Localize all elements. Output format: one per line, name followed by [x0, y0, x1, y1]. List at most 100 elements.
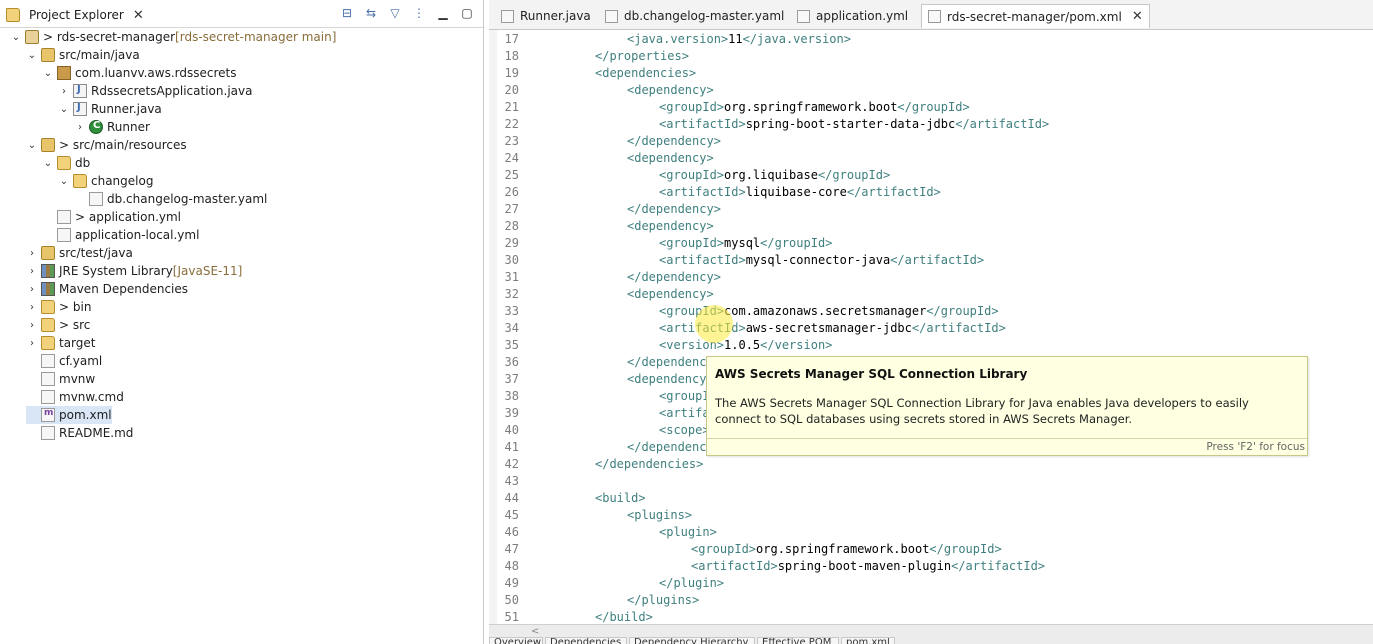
- line-number: 22: [504, 116, 519, 131]
- tree-item[interactable]: pom.xml: [26, 406, 112, 424]
- file-icon: [41, 426, 55, 440]
- expand-down-icon[interactable]: ⌄: [42, 68, 54, 79]
- collapse-all-icon[interactable]: ⊟: [339, 5, 355, 21]
- pom-editor-tab[interactable]: Dependencies: [545, 637, 627, 644]
- tree-item[interactable]: ⌄ com.luanvv.aws.rdssecrets: [42, 64, 237, 82]
- tree-item[interactable]: ⌄ Runner.java: [58, 100, 162, 118]
- tree-item[interactable]: › > bin: [26, 298, 91, 316]
- tree-item[interactable]: › Maven Dependencies: [26, 280, 188, 298]
- tree-item[interactable]: > application.yml: [42, 208, 181, 226]
- tree-item[interactable]: ⌄ src/main/java: [26, 46, 140, 64]
- expand-right-icon[interactable]: ›: [26, 248, 38, 259]
- tree-item[interactable]: › target: [26, 334, 96, 352]
- tooltip-body: The AWS Secrets Manager SQL Connection L…: [715, 396, 1249, 426]
- folder-icon: [73, 174, 87, 188]
- expand-right-icon[interactable]: ›: [26, 302, 38, 313]
- expand-down-icon[interactable]: ⌄: [10, 32, 22, 43]
- code-line: 24 <dependency>: [489, 149, 1373, 166]
- hover-tooltip[interactable]: AWS Secrets Manager SQL Connection Libra…: [706, 356, 1308, 456]
- expand-down-icon[interactable]: ⌄: [58, 176, 70, 187]
- link-with-editor-icon[interactable]: ⇆: [363, 5, 379, 21]
- pom-editor-tab[interactable]: Overview: [489, 637, 543, 644]
- editor-tab-label: application.yml: [816, 9, 909, 23]
- pom-editor-tab[interactable]: Effective POM: [757, 637, 839, 644]
- expand-down-icon[interactable]: ⌄: [26, 50, 38, 61]
- xml-tag: </groupId>: [760, 235, 833, 250]
- editor-tab[interactable]: rds-secret-manager/pom.xml ✕: [921, 4, 1150, 28]
- xml-tag: <groupId>: [691, 541, 757, 556]
- editor-tab[interactable]: application.yml: [791, 4, 914, 28]
- close-icon[interactable]: ✕: [1132, 9, 1143, 24]
- xml-tag: </groupId>: [817, 167, 891, 182]
- pom-editor-tab[interactable]: Dependency Hierarchy: [629, 637, 755, 644]
- scroll-left-icon[interactable]: <: [531, 626, 539, 637]
- tree-item[interactable]: ⌄ > rds-secret-manager [rds-secret-manage…: [10, 28, 336, 46]
- expand-down-icon[interactable]: ⌄: [42, 158, 54, 169]
- expand-right-icon[interactable]: ›: [26, 284, 38, 295]
- line-number: 42: [504, 456, 519, 471]
- code-line: 31 </dependency>: [489, 268, 1373, 285]
- xml-value: spring-boot-starter-data-jdbc: [745, 116, 956, 131]
- code-line: 48 <artifactId>spring-boot-maven-plugin</…: [489, 557, 1373, 574]
- java-file-icon: [73, 102, 87, 116]
- filter-icon[interactable]: ▽: [387, 5, 403, 21]
- line-number: 21: [504, 99, 519, 114]
- minimize-icon[interactable]: ▁: [435, 5, 451, 21]
- expand-down-icon[interactable]: ⌄: [58, 104, 70, 115]
- tree-item[interactable]: › src/test/java: [26, 244, 133, 262]
- tree-item[interactable]: db.changelog-master.yaml: [74, 190, 267, 208]
- code-line: 29 <groupId>mysql</groupId>: [489, 234, 1373, 251]
- tree-item[interactable]: › > src: [26, 316, 90, 334]
- tree-item[interactable]: › Runner: [74, 118, 150, 136]
- xml-tag: </groupId>: [926, 303, 999, 318]
- view-menu-icon[interactable]: ⋮: [411, 5, 427, 21]
- code-text: <groupId>org.liquibase</groupId>: [659, 168, 890, 182]
- code-text: <dependency>: [627, 151, 714, 165]
- maximize-icon[interactable]: ▢: [459, 5, 475, 21]
- xml-tag: </artifactId>: [890, 252, 985, 267]
- code-line: 23 </dependency>: [489, 132, 1373, 149]
- tab-project-explorer[interactable]: Project Explorer ✕: [6, 5, 144, 25]
- tree-item[interactable]: application-local.yml: [42, 226, 199, 244]
- close-icon[interactable]: ✕: [133, 8, 144, 23]
- expand-right-icon[interactable]: ›: [74, 122, 86, 133]
- xml-tag: </artifactId>: [955, 116, 1050, 131]
- code-text: </build>: [595, 610, 653, 624]
- tree-item[interactable]: cf.yaml: [26, 352, 102, 370]
- tree-item[interactable]: › RdssecretsApplication.java: [58, 82, 252, 100]
- editor-tab[interactable]: db.changelog-master.yaml: [599, 4, 790, 28]
- tree-item[interactable]: › JRE System Library [JavaSE-11]: [26, 262, 242, 280]
- code-text: <build>: [595, 491, 646, 505]
- tree-item-label: Runner: [107, 120, 150, 134]
- expand-down-icon[interactable]: ⌄: [26, 140, 38, 151]
- line-number: 33: [504, 303, 519, 318]
- code-line: 21 <groupId>org.springframework.boot</gro…: [489, 98, 1373, 115]
- code-line: 26 <artifactId>liquibase-core</artifactId…: [489, 183, 1373, 200]
- class-icon: [89, 120, 103, 134]
- editor-tab[interactable]: Runner.java: [495, 4, 597, 28]
- tree-item[interactable]: mvnw.cmd: [26, 388, 124, 406]
- pom-editor-tab[interactable]: pom.xml: [841, 637, 895, 644]
- line-number: 43: [504, 473, 519, 488]
- code-line: 46 <plugin>: [489, 523, 1373, 540]
- code-text: <groupId>org.springframework.boot</group…: [659, 100, 970, 114]
- tree-item-label: JRE System Library: [59, 264, 173, 278]
- library-icon: [41, 264, 55, 278]
- expand-right-icon[interactable]: ›: [26, 320, 38, 331]
- expand-right-icon[interactable]: ›: [26, 338, 38, 349]
- code-text: <dependency>: [627, 83, 714, 97]
- expand-right-icon[interactable]: ›: [58, 86, 70, 97]
- explorer-title: Project Explorer: [29, 8, 124, 22]
- expand-right-icon[interactable]: ›: [26, 266, 38, 277]
- tree-item[interactable]: ⌄ > src/main/resources: [26, 136, 187, 154]
- file-icon: [57, 210, 71, 224]
- line-number: 19: [504, 65, 519, 80]
- tree-item[interactable]: mvnw: [26, 370, 95, 388]
- tree-item-label: Runner.java: [91, 102, 162, 116]
- file-icon: [41, 354, 55, 368]
- file-icon: [57, 228, 71, 242]
- tree-item[interactable]: ⌄ changelog: [58, 172, 153, 190]
- code-text: <artifactId>mysql-connector-java</artifa…: [659, 253, 984, 267]
- tree-item[interactable]: ⌄ db: [42, 154, 90, 172]
- tree-item[interactable]: README.md: [26, 424, 133, 442]
